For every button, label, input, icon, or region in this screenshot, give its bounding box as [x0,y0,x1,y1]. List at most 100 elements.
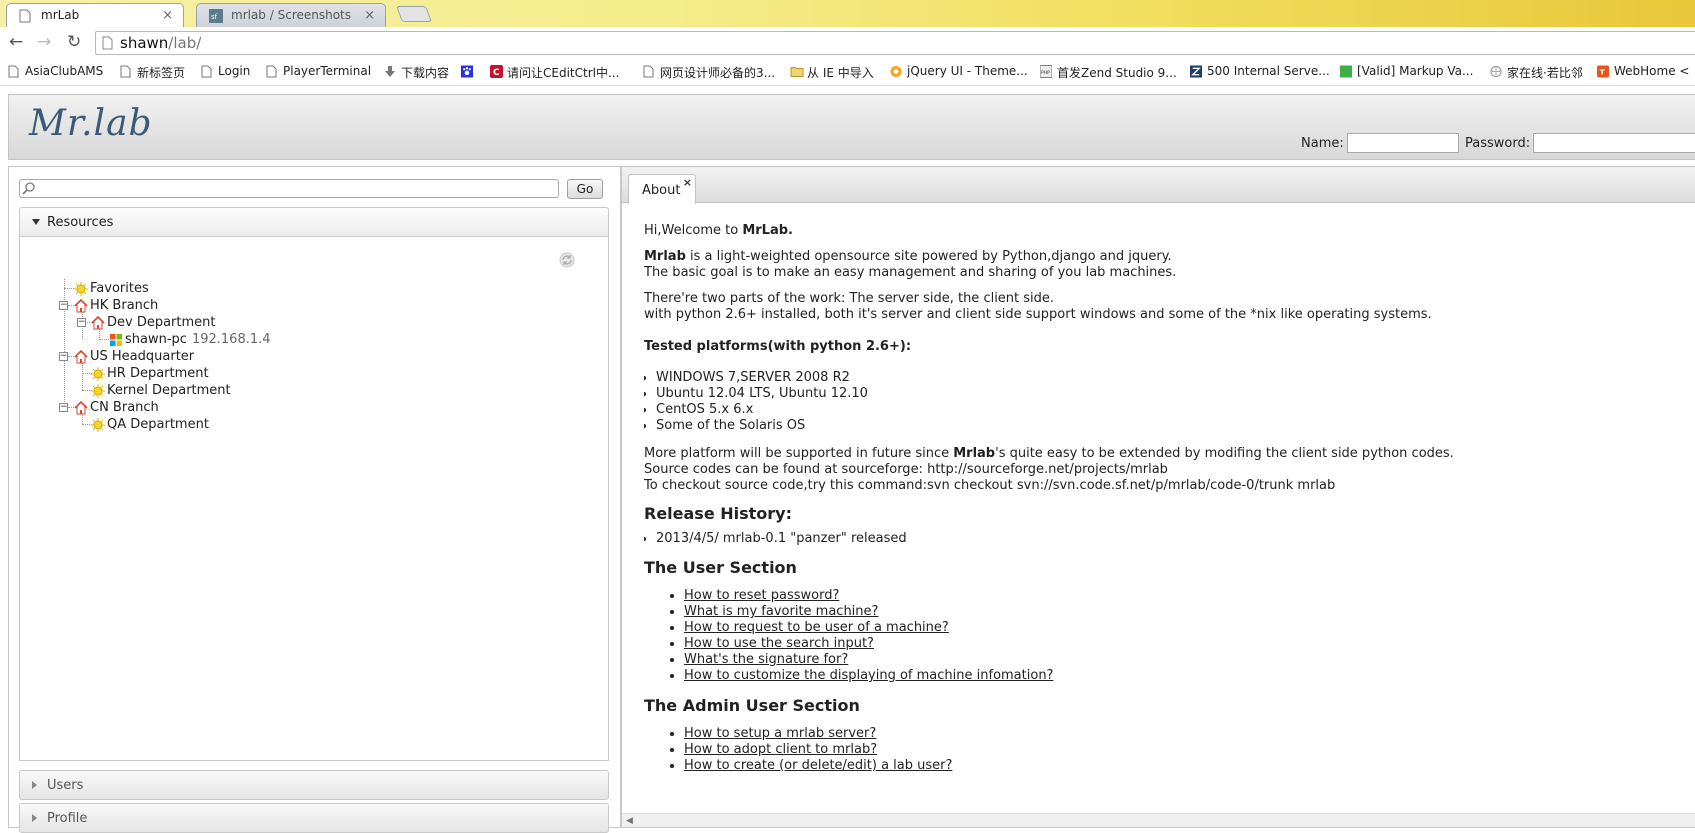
help-link[interactable]: How to setup a mrlab server? [684,726,876,741]
svg-text:T: T [1600,68,1605,77]
bookmark-folder[interactable]: 从 IE 中导入 [790,64,874,81]
browser-tabstrip: mrLab × sf mrlab / Screenshots × [0,0,1695,27]
accordion-resources[interactable]: Resources [19,207,609,237]
admin-section-heading: The Admin User Section [644,696,860,715]
password-label: Password: [1465,136,1531,151]
new-tab-button[interactable] [396,6,432,22]
c-logo-icon: C [490,65,503,78]
forward-icon[interactable]: → [37,32,51,52]
tree-connector [99,339,109,340]
tab-title: mrlab / Screenshots [231,8,352,22]
app-header: Mr.lab Name: Password: [8,94,1695,160]
collapse-toggle-icon[interactable]: − [77,318,86,327]
tree-connector [82,362,83,390]
tree-node-dev-department[interactable]: Dev Department [91,315,216,330]
house-icon [74,299,88,313]
list-item: Ubuntu 12.04 LTS, Ubuntu 12.10 [656,386,1684,402]
folder-icon [790,67,804,77]
search-icon [22,182,35,195]
ip-address: 192.168.1.4 [191,332,271,347]
help-link[interactable]: What's the signature for? [684,652,848,667]
svg-text:C: C [493,68,500,78]
php-icon: PHP [1040,65,1052,78]
browser-tab-mrlab[interactable]: mrLab × [6,3,184,27]
list-item: WINDOWS 7,SERVER 2008 R2 [656,370,1684,386]
search-input[interactable] [19,179,559,198]
collapse-toggle-icon[interactable]: − [59,352,68,361]
go-button[interactable]: Go [567,179,603,199]
login-form: Name: Password: [1295,132,1695,154]
address-bar[interactable]: shawn/lab/ [95,31,1695,55]
user-section-heading: The User Section [644,558,797,577]
browser-tab-screenshots[interactable]: sf mrlab / Screenshots × [196,3,386,27]
list-item: 2013/4/5/ mrlab-0.1 "panzer" released [656,531,1684,547]
close-icon[interactable]: × [683,176,692,189]
close-icon[interactable]: × [364,8,375,23]
close-icon[interactable]: × [162,8,173,23]
tree-node-hr-department[interactable]: HR Department [91,366,209,381]
tab-title: mrLab [41,8,80,22]
svg-text:sf: sf [211,13,218,21]
tree-node-qa-department[interactable]: QA Department [91,417,209,432]
bookmark[interactable]: jQuery UI - Theme... [890,64,1028,78]
accordion-profile[interactable]: Profile [19,803,609,833]
twiki-icon: T [1597,65,1609,78]
bookmark[interactable]: PHP 首发Zend Studio 9... [1040,64,1177,81]
tree-node-hk-branch[interactable]: HK Branch [74,298,158,313]
reload-icon[interactable]: ↻ [67,32,81,52]
bookmark[interactable]: 500 Internal Serve... [1190,64,1330,78]
tree-node-kernel-department[interactable]: Kernel Department [91,383,231,398]
bookmark[interactable]: 下载内容 [384,64,449,81]
help-link[interactable]: How to adopt client to mrlab? [684,742,877,757]
sourceforge-icon: sf [209,9,223,23]
help-link[interactable]: What is my favorite machine? [684,604,878,619]
star-icon [91,384,105,398]
bookmark[interactable]: C 请问让CEditCtrl中... [490,64,619,81]
scroll-left-icon[interactable]: ◀ [626,816,633,826]
help-link[interactable]: How to use the search input? [684,636,874,651]
help-link[interactable]: How to request to be user of a machine? [684,620,949,635]
tree-node-cn-branch[interactable]: CN Branch [74,400,159,415]
bookmark[interactable]: Login [201,64,250,78]
list-item: CentOS 5.x 6.x [656,402,1684,418]
tree-node-us-headquarter[interactable]: US Headquarter [74,349,194,364]
tree-node-favorites[interactable]: Favorites [74,281,149,296]
page-icon [102,36,113,50]
page-icon [120,65,131,78]
bookmark[interactable]: 网页设计师必备的3... [643,64,775,81]
svg-text:PHP: PHP [1041,70,1050,76]
back-icon[interactable]: ← [9,32,23,52]
list-item: Some of the Solaris OS [656,418,1684,434]
tree-connector [64,279,65,404]
help-link[interactable]: How to customize the displaying of machi… [684,668,1053,683]
horizontal-scrollbar[interactable]: ◀ [622,813,1695,827]
about-content: Hi,Welcome to MrLab. Mrlab is a light-we… [644,223,1684,807]
accordion-users[interactable]: Users [19,770,609,800]
page-icon [8,65,19,78]
tab-label: About [642,183,681,198]
help-link[interactable]: How to create (or delete/edit) a lab use… [684,758,952,773]
star-icon [74,282,88,296]
bookmark[interactable]: 家在线·若比邻 [1490,64,1583,81]
page-icon [19,9,31,23]
list-item: How to use the search input? [684,636,1684,652]
browser-toolbar: ← → ↻ shawn/lab/ [0,27,1695,59]
bookmark[interactable]: 新标签页 [120,64,185,81]
password-input[interactable] [1533,133,1695,153]
bookmark[interactable]: [Valid] Markup Va... [1340,64,1473,78]
intro-paragraph: Mrlab is a light-weighted opensource sit… [644,249,1177,280]
bookmark[interactable]: AsiaClubAMS [8,64,103,78]
resources-tree-panel: − − − − Favorites HK Branch Dev Departme… [19,237,609,761]
collapse-toggle-icon[interactable]: − [59,301,68,310]
bookmark[interactable]: PlayerTerminal [266,64,371,78]
platform-list: WINDOWS 7,SERVER 2008 R2 Ubuntu 12.04 LT… [644,370,1684,434]
tab-about[interactable]: About × [628,174,696,204]
bookmark[interactable]: T WebHome < [1597,64,1689,78]
tree-node-shawn-pc[interactable]: shawn-pc 192.168.1.4 [109,332,271,347]
star-icon [91,367,105,381]
bookmarks-bar: AsiaClubAMS 新标签页 Login PlayerTerminal 下载… [0,59,1695,86]
help-link[interactable]: How to reset password? [684,588,839,603]
collapse-toggle-icon[interactable]: − [59,403,68,412]
page-icon [201,65,212,78]
name-input[interactable] [1347,133,1459,153]
